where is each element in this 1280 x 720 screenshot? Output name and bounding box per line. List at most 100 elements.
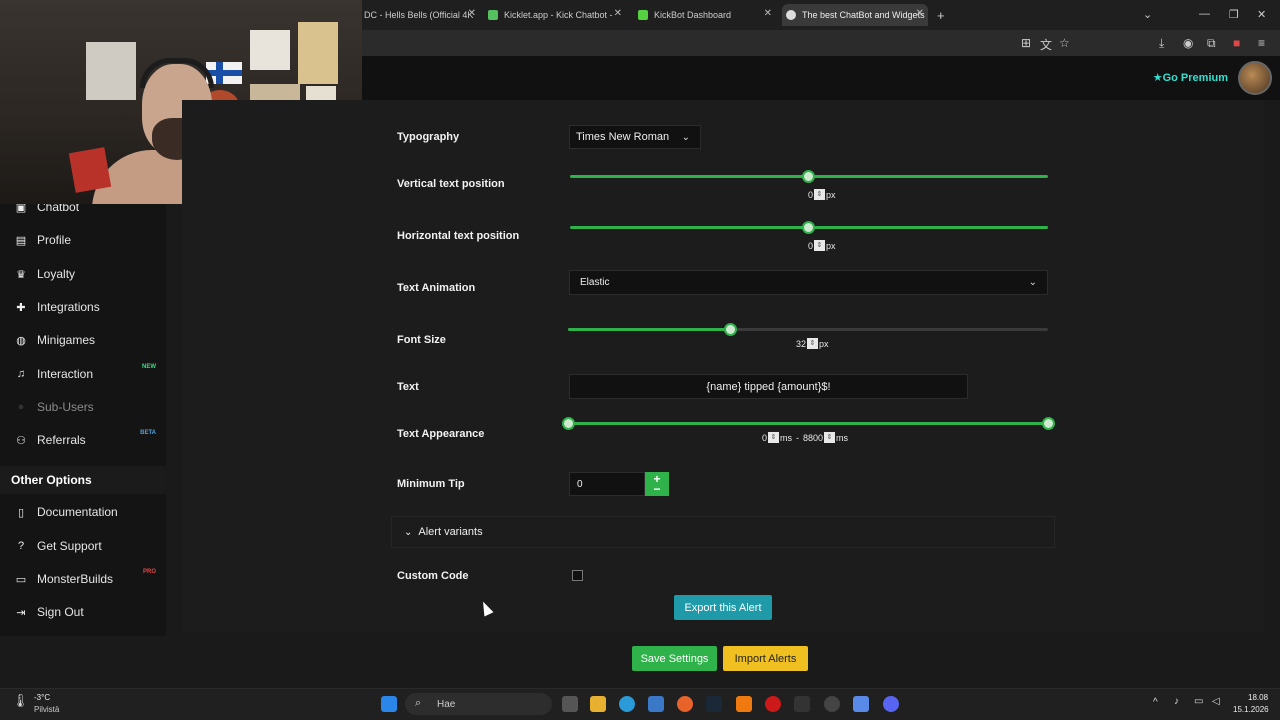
text-appearance-range-track[interactable] bbox=[568, 422, 1049, 425]
sidebar-item-monsterbuilds[interactable]: ▭ MonsterBuilds PRO bbox=[0, 564, 166, 594]
text-animation-select[interactable]: Elastic ⌄ bbox=[569, 270, 1048, 295]
sidebar-item-minigames[interactable]: ◍ Minigames bbox=[0, 325, 166, 355]
sidebar-item-loyalty[interactable]: ♛ Loyalty bbox=[0, 259, 166, 289]
sidebar-item-get-support[interactable]: ? Get Support bbox=[0, 531, 166, 561]
spinner-icon[interactable]: ⇕ bbox=[768, 432, 780, 443]
new-tab-button[interactable]: + bbox=[937, 8, 945, 23]
sidebar-item-referrals[interactable]: ⚇ Referrals BETA bbox=[0, 425, 166, 455]
weather-icon[interactable]: 🌡 bbox=[12, 693, 29, 709]
extension-icon[interactable]: ■ bbox=[1233, 36, 1240, 50]
minimum-tip-input[interactable]: 0 bbox=[569, 472, 645, 496]
windows-start-icon[interactable] bbox=[381, 696, 397, 712]
clock-date[interactable]: 15.1.2026 bbox=[1233, 705, 1269, 714]
store-icon[interactable] bbox=[648, 696, 664, 712]
maximize-icon[interactable]: ❐ bbox=[1229, 8, 1239, 21]
export-alert-button[interactable]: Export this Alert bbox=[674, 595, 772, 620]
horizontal-position-input[interactable]: 0 ⇕ px bbox=[808, 240, 836, 251]
file-explorer-icon[interactable] bbox=[590, 696, 606, 712]
close-tab-icon[interactable]: ✕ bbox=[614, 8, 622, 19]
discord-icon[interactable] bbox=[883, 696, 899, 712]
vertical-position-input[interactable]: 0 ⇕ px bbox=[808, 189, 836, 200]
typography-value: Times New Roman bbox=[576, 131, 670, 143]
translate-icon[interactable]: 文 bbox=[1040, 36, 1052, 53]
steam-icon[interactable] bbox=[706, 696, 722, 712]
weather-temp[interactable]: -3°C bbox=[34, 693, 50, 702]
terminal-icon[interactable] bbox=[794, 696, 810, 712]
settings-gear-icon[interactable] bbox=[824, 696, 840, 712]
install-app-icon[interactable]: ⊞ bbox=[1021, 36, 1031, 50]
download-icon[interactable]: ⤓ bbox=[1159, 36, 1164, 51]
vlc-icon[interactable] bbox=[736, 696, 752, 712]
search-icon: ⌕ bbox=[415, 697, 422, 709]
sidebar-item-sub-users[interactable]: ● Sub-Users bbox=[0, 392, 166, 422]
go-premium-label: Go Premium bbox=[1162, 72, 1228, 84]
sidebar-item-sign-out[interactable]: ⇥ Sign Out bbox=[0, 597, 166, 627]
kickbot-favicon-icon bbox=[638, 10, 648, 20]
extensions-icon[interactable]: ⧉ bbox=[1207, 36, 1216, 51]
opera-icon[interactable] bbox=[765, 696, 781, 712]
sidebar-item-integrations[interactable]: ✚ Integrations bbox=[0, 292, 166, 322]
close-tab-icon[interactable]: ✕ bbox=[764, 8, 772, 19]
alert-variants-label: Alert variants bbox=[418, 526, 483, 538]
text-appearance-inputs[interactable]: 0 ⇕ ms - 8800 ⇕ ms bbox=[762, 432, 848, 443]
spinner-icon[interactable]: ⇕ bbox=[814, 189, 826, 200]
avatar[interactable] bbox=[1238, 61, 1272, 95]
alert-variants-toggle[interactable]: ⌄ Alert variants bbox=[391, 516, 1055, 548]
other-options-heading: Other Options bbox=[0, 466, 166, 494]
spinner-icon[interactable]: ⇕ bbox=[807, 338, 819, 349]
alert-text-input[interactable]: {name} tipped {amount}$! bbox=[569, 374, 968, 399]
book-icon: ▯ bbox=[17, 506, 25, 519]
go-premium-link[interactable]: ★Go Premium bbox=[1153, 71, 1228, 84]
tab-title: DC - Hells Bells (Official 4K bbox=[364, 10, 474, 20]
vertical-position-value: 0 bbox=[808, 189, 814, 200]
volume-icon[interactable]: ◁ bbox=[1212, 696, 1220, 707]
firefox-icon[interactable] bbox=[677, 696, 693, 712]
minimum-tip-stepper[interactable]: + − bbox=[645, 472, 669, 496]
typography-select[interactable]: Times New Roman ⌄ bbox=[569, 125, 701, 149]
weather-desc[interactable]: Pilvistä bbox=[34, 705, 59, 714]
text-appearance-end-thumb[interactable] bbox=[1042, 417, 1055, 430]
save-settings-button[interactable]: Save Settings bbox=[632, 646, 717, 671]
wall-poster bbox=[298, 22, 338, 84]
close-window-icon[interactable]: ✕ bbox=[1257, 8, 1266, 21]
bookmark-star-icon[interactable]: ☆ bbox=[1059, 36, 1070, 50]
text-appearance-label: Text Appearance bbox=[397, 428, 485, 440]
search-placeholder: Hae bbox=[437, 698, 456, 710]
typography-label: Typography bbox=[397, 131, 460, 143]
close-tab-icon[interactable]: ✕ bbox=[468, 8, 476, 19]
font-size-input[interactable]: 32 ⇕ px bbox=[796, 338, 829, 349]
account-icon[interactable]: ◉ bbox=[1183, 36, 1193, 50]
tab-list-chevron-icon[interactable]: ⌄ bbox=[1143, 8, 1152, 21]
wall-poster bbox=[250, 30, 290, 70]
browser-tab[interactable]: Kicklet.app - Kick Chatbot - ✕ bbox=[484, 4, 626, 26]
browser-tab[interactable]: KickBot Dashboard ✕ bbox=[634, 4, 776, 26]
minimize-icon[interactable]: — bbox=[1199, 8, 1210, 20]
minimum-tip-label: Minimum Tip bbox=[397, 478, 465, 490]
app-icon[interactable] bbox=[853, 696, 869, 712]
browser-tab-active[interactable]: The best ChatBot and Widgets ✕ bbox=[782, 4, 928, 26]
browser-tab[interactable]: DC - Hells Bells (Official 4K ✕ bbox=[360, 4, 480, 26]
spinner-icon[interactable]: ⇕ bbox=[814, 240, 826, 251]
import-alerts-button[interactable]: Import Alerts bbox=[723, 646, 808, 671]
taskbar-search-input[interactable]: ⌕ Hae bbox=[405, 693, 552, 715]
clock-time[interactable]: 18.08 bbox=[1248, 693, 1268, 702]
vertical-position-slider-thumb[interactable] bbox=[802, 170, 815, 183]
minus-icon[interactable]: − bbox=[653, 482, 660, 496]
menu-icon[interactable]: ≡ bbox=[1258, 36, 1265, 50]
network-icon[interactable]: ▭ bbox=[1194, 696, 1203, 707]
custom-code-checkbox[interactable] bbox=[572, 570, 583, 581]
tray-chevron-icon[interactable]: ^ bbox=[1153, 697, 1158, 708]
text-appearance-start-thumb[interactable] bbox=[562, 417, 575, 430]
close-tab-icon[interactable]: ✕ bbox=[916, 8, 924, 19]
font-size-slider-thumb[interactable] bbox=[724, 323, 737, 336]
users-icon: ⚇ bbox=[16, 434, 26, 447]
task-view-icon[interactable] bbox=[562, 696, 578, 712]
microphone-icon[interactable]: ♪ bbox=[1174, 696, 1179, 707]
spinner-icon[interactable]: ⇕ bbox=[824, 432, 836, 443]
sidebar-item-profile[interactable]: ▤ Profile bbox=[0, 225, 166, 255]
sidebar-item-interaction[interactable]: ♫ Interaction NEW bbox=[0, 359, 166, 389]
horizontal-position-slider-thumb[interactable] bbox=[802, 221, 815, 234]
sidebar-item-documentation[interactable]: ▯ Documentation bbox=[0, 497, 166, 527]
horizontal-position-value: 0 bbox=[808, 240, 814, 251]
edge-icon[interactable] bbox=[619, 696, 635, 712]
